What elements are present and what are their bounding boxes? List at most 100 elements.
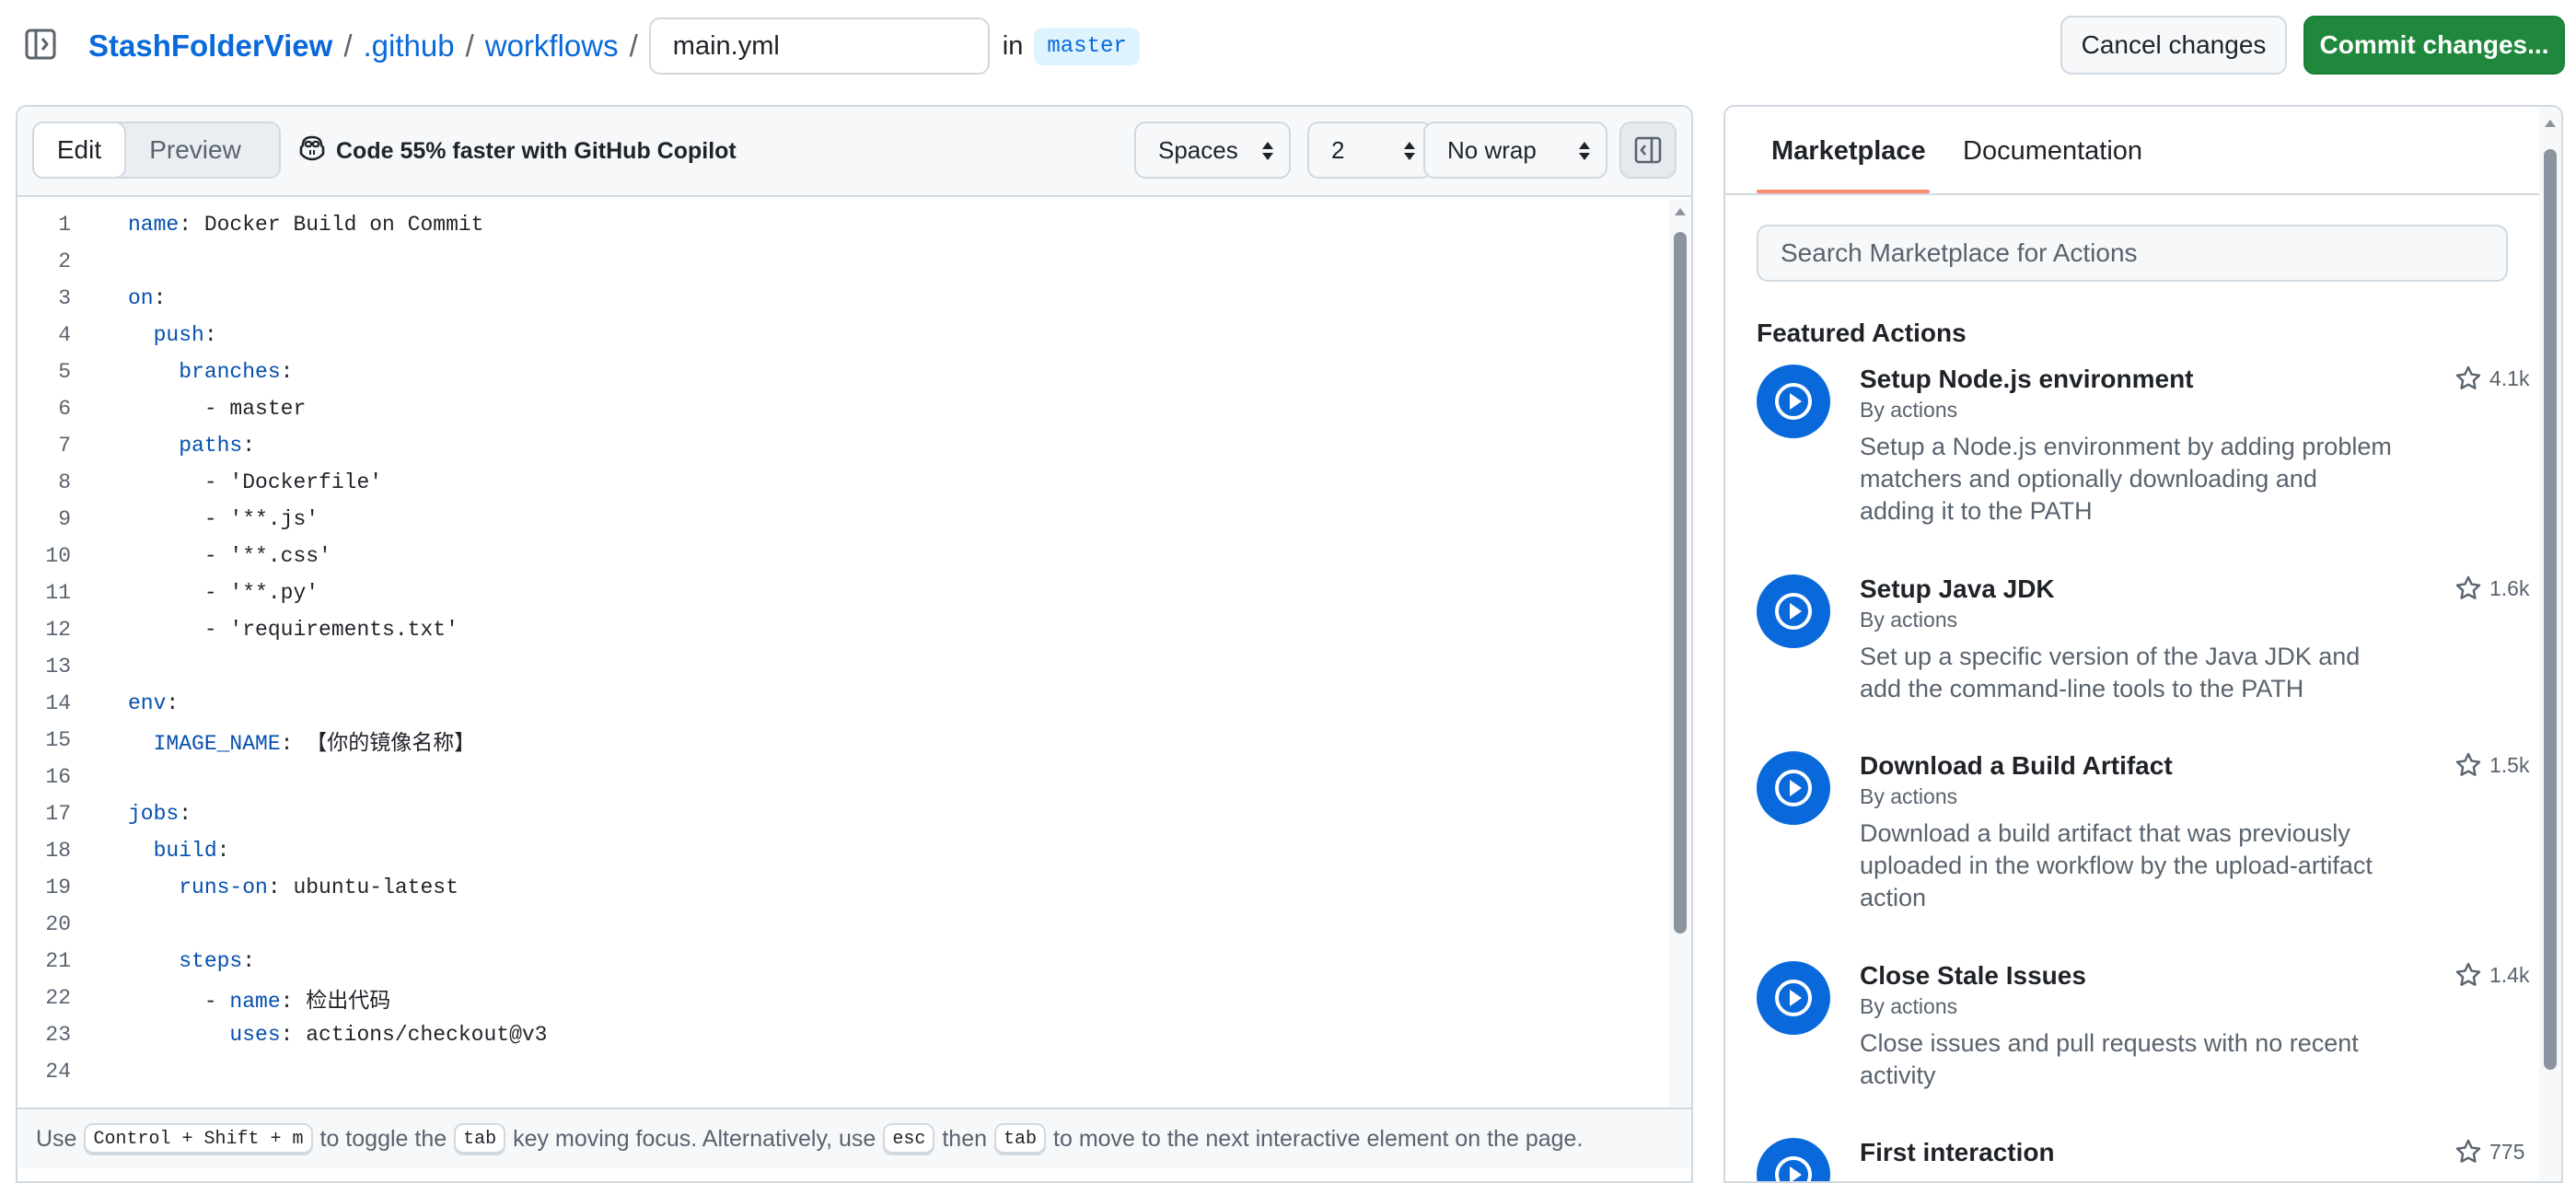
- kbd-esc: esc: [883, 1122, 935, 1155]
- action-author: By actions: [1860, 784, 1958, 808]
- line-number: 8: [58, 470, 71, 494]
- scroll-up-icon[interactable]: [2545, 120, 2556, 127]
- copilot-promo-link[interactable]: Code 55% faster with GitHub Copilot: [297, 133, 737, 169]
- hint-text: to move to the next interactive element …: [1053, 1125, 1584, 1152]
- select-arrows-icon: [1579, 142, 1590, 160]
- line-number: 11: [45, 581, 71, 605]
- action-name-link[interactable]: Setup Node.js environment: [1860, 365, 2194, 394]
- breadcrumb-github-folder-link[interactable]: .github: [363, 29, 454, 64]
- breadcrumb-repo-link[interactable]: StashFolderView: [88, 29, 332, 64]
- code-line[interactable]: 3 on:: [17, 280, 1673, 317]
- scroll-up-icon[interactable]: [1675, 208, 1686, 215]
- star-icon: [2455, 1139, 2481, 1163]
- yaml-value: :: [166, 691, 180, 715]
- marketplace-search-input[interactable]: [1757, 225, 2508, 282]
- code-line[interactable]: 2: [17, 243, 1673, 280]
- code-line[interactable]: 9 - '**.js': [17, 501, 1673, 538]
- breadcrumb-workflows-folder-link[interactable]: workflows: [485, 29, 619, 64]
- yaml-key: runs-on: [179, 876, 268, 899]
- commit-changes-button[interactable]: Commit changes...: [2303, 16, 2565, 75]
- line-content: - name: 检出代码: [128, 982, 390, 1014]
- code-line[interactable]: 13: [17, 648, 1673, 685]
- yaml-key: IMAGE_NAME: [153, 732, 281, 756]
- action-stars: 1.6k: [2454, 574, 2529, 602]
- code-line[interactable]: 19 runs-on: ubuntu-latest: [17, 869, 1673, 906]
- yaml-value: : ubuntu-latest: [267, 876, 458, 899]
- line-number: 19: [45, 876, 71, 899]
- line-content: - 'Dockerfile': [128, 470, 382, 494]
- line-content: runs-on: ubuntu-latest: [128, 876, 458, 899]
- line-number: 15: [45, 728, 71, 752]
- action-name-link[interactable]: Setup Java JDK: [1860, 574, 2055, 604]
- code-line[interactable]: 8 - 'Dockerfile': [17, 464, 1673, 501]
- code-line[interactable]: 20: [17, 906, 1673, 943]
- tab-edit[interactable]: Edit: [32, 122, 126, 179]
- code-editor-panel: Edit Preview Code 55% faster with GitHub…: [16, 105, 1693, 1183]
- yaml-key: name: [229, 990, 281, 1014]
- yaml-value: - '**.py': [203, 581, 319, 605]
- wrap-mode-value: No wrap: [1447, 135, 1537, 164]
- tab-marketplace[interactable]: Marketplace: [1771, 136, 1926, 167]
- marketplace-scrollbar-thumb[interactable]: [2544, 149, 2557, 1070]
- yaml-key: jobs: [128, 802, 180, 826]
- editor-scrollbar[interactable]: [1669, 199, 1691, 1120]
- code-line[interactable]: 7 paths:: [17, 427, 1673, 464]
- line-number: 6: [58, 397, 71, 421]
- line-content: paths:: [128, 434, 255, 458]
- line-content: IMAGE_NAME: 【你的镜像名称】: [128, 725, 476, 756]
- tab-documentation[interactable]: Documentation: [1963, 136, 2142, 167]
- branch-badge: master: [1034, 27, 1140, 65]
- action-author: By actions: [1860, 608, 1958, 632]
- code-line[interactable]: 11 - '**.py': [17, 574, 1673, 611]
- code-line[interactable]: 16: [17, 759, 1673, 795]
- cancel-changes-button[interactable]: Cancel changes: [2060, 16, 2287, 75]
- code-line[interactable]: 24: [17, 1053, 1673, 1090]
- line-content: - '**.js': [128, 507, 319, 531]
- hint-text: key moving focus. Alternatively, use: [513, 1125, 876, 1152]
- indent-size-value: 2: [1331, 135, 1345, 164]
- hint-text: to toggle the: [319, 1125, 447, 1152]
- sidebar-toggle-icon[interactable]: [24, 28, 57, 61]
- code-line[interactable]: 15 IMAGE_NAME: 【你的镜像名称】: [17, 722, 1673, 759]
- editor-scrollbar-thumb[interactable]: [1674, 232, 1687, 934]
- yaml-value: : 【你的镜像名称】: [280, 732, 476, 756]
- action-stars: 4.1k: [2454, 365, 2529, 392]
- code-line[interactable]: 22 - name: 检出代码: [17, 980, 1673, 1016]
- code-line[interactable]: 17 jobs:: [17, 795, 1673, 832]
- indent-mode-select[interactable]: Spaces: [1134, 122, 1291, 179]
- action-name-link[interactable]: First interaction: [1860, 1138, 2055, 1167]
- code-line[interactable]: 1 name: Docker Build on Commit: [17, 206, 1673, 243]
- indent-size-select[interactable]: 2: [1307, 122, 1433, 179]
- code-line[interactable]: 6 - master: [17, 390, 1673, 427]
- code-line[interactable]: 23 uses: actions/checkout@v3: [17, 1016, 1673, 1053]
- filename-input[interactable]: [648, 17, 990, 75]
- code-line[interactable]: 14 env:: [17, 685, 1673, 722]
- yaml-value: :: [242, 949, 256, 973]
- line-number: 7: [58, 434, 71, 458]
- line-number: 1: [58, 213, 71, 237]
- action-description: Download a build artifact that was previ…: [1860, 819, 2373, 911]
- wrap-mode-select[interactable]: No wrap: [1423, 122, 1607, 179]
- action-name-link[interactable]: Download a Build Artifact: [1860, 751, 2173, 781]
- code-line[interactable]: 21 steps:: [17, 943, 1673, 980]
- line-number: 14: [45, 691, 71, 715]
- code-line[interactable]: 12 - 'requirements.txt': [17, 611, 1673, 648]
- code-content[interactable]: 1 name: Docker Build on Commit 2 3 on: 4 push…: [17, 199, 1673, 1120]
- code-line[interactable]: 4 push:: [17, 317, 1673, 354]
- code-line[interactable]: 18 build:: [17, 832, 1673, 869]
- hint-text: Use: [36, 1125, 77, 1152]
- code-line[interactable]: 5 branches:: [17, 354, 1673, 390]
- marketplace-scrollbar[interactable]: [2539, 107, 2561, 1181]
- action-stars: 1.5k: [2454, 751, 2529, 779]
- action-name-link[interactable]: Close Stale Issues: [1860, 961, 2086, 991]
- tab-preview[interactable]: Preview: [126, 123, 264, 177]
- side-panel-toggle-button[interactable]: [1619, 122, 1677, 179]
- code-line[interactable]: 10 - '**.css': [17, 538, 1673, 574]
- copilot-promo-label: Code 55% faster with GitHub Copilot: [336, 137, 737, 164]
- select-arrows-icon: [1404, 142, 1415, 160]
